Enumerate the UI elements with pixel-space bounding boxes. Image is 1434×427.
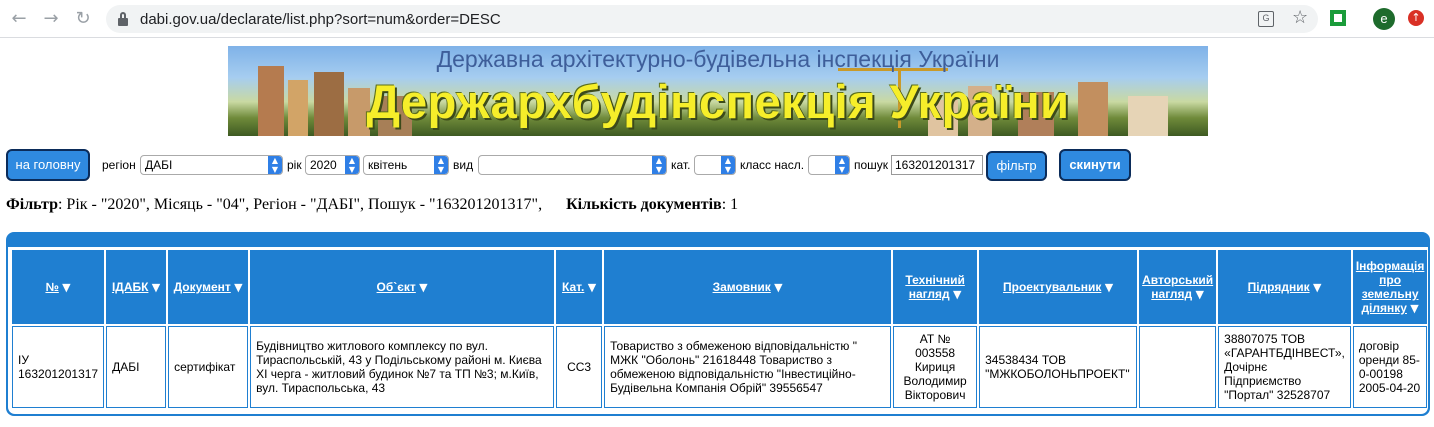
reload-icon[interactable]: ↻: [72, 8, 94, 30]
filter-summary-label: Фільтр: [6, 196, 58, 213]
filter-button[interactable]: фільтр: [986, 151, 1047, 181]
sort-down-icon: ▼: [952, 288, 962, 301]
month-select-value: квітень: [368, 158, 408, 172]
col-doc-header[interactable]: Документ ▼: [168, 250, 249, 324]
col-num-header[interactable]: № ▼: [12, 250, 105, 324]
search-label: пошук: [854, 158, 889, 172]
col-designer-header[interactable]: Проектувальник ▼: [979, 250, 1138, 324]
cell-land: договір оренди 85-0-00198 2005-04-20: [1352, 326, 1428, 408]
cell-tech: АТ № 003558 Кириця Володимир Вікторович: [893, 326, 978, 408]
sort-down-icon: ▼: [62, 281, 71, 294]
type-label: вид: [453, 158, 474, 172]
cell-author: [1139, 326, 1217, 408]
sort-down-icon: ▼: [1104, 281, 1114, 294]
document-count-label: Кількість документів: [566, 196, 722, 213]
cell-cat: СС3: [556, 326, 603, 408]
banner-subtitle: Державна архітектурно-будівельна інспекц…: [436, 46, 1000, 72]
cell-idabk: ДАБІ: [106, 326, 167, 408]
cell-contractor: 38807075 ТОВ «ГАРАНТБДІНВЕСТ», Дочірнє П…: [1218, 326, 1351, 408]
year-select-value: 2020: [310, 158, 337, 172]
sort-down-icon: ▼: [774, 281, 783, 294]
cell-doc: сертифікат: [168, 326, 249, 408]
results-table-frame: № ▼ ІДАБК ▼ Документ ▼ Об`єкт ▼ Кат. ▼ З…: [6, 232, 1430, 416]
col-author-header[interactable]: Авторський нагляд ▼: [1139, 250, 1217, 324]
home-button[interactable]: на головну: [6, 149, 90, 181]
class-label: класс насл.: [740, 158, 805, 172]
sort-down-icon: ▼: [1195, 288, 1204, 301]
col-designer-link[interactable]: Проектувальник: [1003, 280, 1101, 294]
arrow-left-icon[interactable]: ←: [8, 8, 30, 30]
filter-summary-text: : Рік - "2020", Місяць - "04", Регіон - …: [57, 196, 543, 213]
arrow-right-icon[interactable]: →: [40, 8, 62, 30]
month-select[interactable]: квітень ▲ ▼: [363, 155, 449, 175]
region-label: регіон: [102, 158, 136, 172]
region-select[interactable]: ДАБІ ▲ ▼: [140, 155, 283, 175]
col-cat-link[interactable]: Кат.: [562, 280, 584, 294]
col-doc-link[interactable]: Документ: [174, 280, 231, 294]
col-customer-header[interactable]: Замовник ▼: [604, 250, 892, 324]
document-count-value: : 1: [721, 196, 739, 213]
type-select[interactable]: ▲ ▼: [478, 155, 667, 175]
cell-num: ІУ 163201201317: [12, 326, 105, 408]
sort-down-icon: ▼: [419, 281, 428, 294]
select-arrows-icon: ▲ ▼: [652, 156, 666, 174]
sort-down-icon: ▼: [234, 281, 243, 294]
select-arrows-icon: ▲ ▼: [345, 156, 359, 174]
select-arrows-icon: ▲ ▼: [721, 156, 735, 174]
select-arrows-icon: ▲ ▼: [434, 156, 448, 174]
select-arrows-icon: ▲ ▼: [268, 156, 282, 174]
category-label: кат.: [671, 158, 691, 172]
sort-down-icon: ▼: [1312, 281, 1322, 294]
col-customer-link[interactable]: Замовник: [713, 280, 771, 294]
cell-object: Будівництво житлового комплексу по вул. …: [250, 326, 555, 408]
search-input[interactable]: 163201201317: [891, 155, 983, 175]
cell-designer: 34538434 ТОВ "МЖКОБОЛОНЬПРОЕКТ": [979, 326, 1138, 408]
update-icon[interactable]: ↑: [1408, 10, 1424, 26]
reset-button[interactable]: скинути: [1059, 149, 1131, 181]
site-banner: Державна архітектурно-будівельна інспекц…: [228, 46, 1208, 136]
filter-summary: Фільтр: Рік - "2020", Місяць - "04", Рег…: [6, 196, 738, 214]
col-num-link[interactable]: №: [45, 280, 58, 294]
lock-icon[interactable]: [118, 12, 128, 26]
year-label: рік: [287, 158, 302, 172]
browser-toolbar: ← → ↻ dabi.gov.ua/declarate/list.php?sor…: [0, 0, 1434, 38]
col-cat-header[interactable]: Кат. ▼: [556, 250, 603, 324]
category-select[interactable]: ▲ ▼: [694, 155, 736, 175]
extension-icon[interactable]: [1330, 10, 1346, 26]
sort-down-icon: ▼: [587, 281, 597, 294]
table-row: ІУ 163201201317 ДАБІ сертифікат Будівниц…: [12, 326, 1428, 408]
col-idabk-header[interactable]: ІДАБК ▼: [106, 250, 167, 324]
banner-title: Держархбудінспекція України: [366, 75, 1070, 128]
cell-customer: Товариство з обмеженою відповідальністю …: [604, 326, 892, 408]
avatar[interactable]: e: [1373, 8, 1395, 30]
class-select[interactable]: ▲ ▼: [808, 155, 850, 175]
table-header-row: № ▼ ІДАБК ▼ Документ ▼ Об`єкт ▼ Кат. ▼ З…: [12, 250, 1428, 324]
select-arrows-icon: ▲ ▼: [835, 156, 849, 174]
translate-icon[interactable]: G: [1258, 11, 1274, 27]
url-text[interactable]: dabi.gov.ua/declarate/list.php?sort=num&…: [140, 11, 501, 28]
sort-down-icon: ▼: [1410, 302, 1419, 315]
star-icon[interactable]: ☆: [1292, 7, 1308, 28]
col-tech-header[interactable]: Технічний нагляд ▼: [893, 250, 978, 324]
col-idabk-link[interactable]: ІДАБК: [112, 280, 149, 294]
year-select[interactable]: 2020 ▲ ▼: [305, 155, 360, 175]
col-object-link[interactable]: Об`єкт: [377, 280, 416, 294]
address-bar[interactable]: dabi.gov.ua/declarate/list.php?sort=num&…: [106, 5, 1318, 33]
sort-down-icon: ▼: [151, 281, 161, 294]
results-table: № ▼ ІДАБК ▼ Документ ▼ Об`єкт ▼ Кат. ▼ З…: [10, 248, 1429, 410]
col-contractor-header[interactable]: Підрядник ▼: [1218, 250, 1351, 324]
col-contractor-link[interactable]: Підрядник: [1248, 280, 1310, 294]
region-select-value: ДАБІ: [145, 158, 173, 172]
col-object-header[interactable]: Об`єкт ▼: [250, 250, 555, 324]
col-land-header[interactable]: Інформація про земельну ділянку ▼: [1352, 250, 1428, 324]
